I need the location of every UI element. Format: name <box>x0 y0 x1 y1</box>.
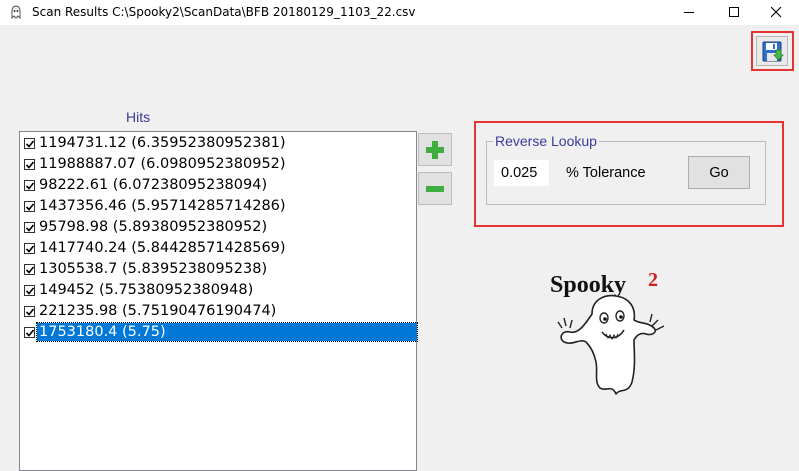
checkmark-icon <box>26 161 34 169</box>
spooky2-logo: Spooky 2 <box>550 269 665 395</box>
checkmark-icon <box>26 266 34 274</box>
hit-checkbox[interactable] <box>24 201 35 212</box>
hit-row[interactable]: 1753180.4 (5.75) <box>21 322 418 342</box>
hit-text: 11988887.07 (6.0980952380952) <box>39 156 286 172</box>
hit-text: 1417740.24 (5.84428571428569) <box>39 240 286 256</box>
hit-text: 98222.61 (6.07238095238094) <box>39 177 268 193</box>
hit-row[interactable]: 1194731.12 (6.35952380952381) <box>21 133 417 153</box>
hit-text: 1194731.12 (6.35952380952381) <box>39 135 286 151</box>
hit-row[interactable]: 221235.98 (5.75190476190474) <box>21 301 417 321</box>
checkmark-icon <box>26 203 34 211</box>
hit-checkbox[interactable] <box>24 243 35 254</box>
hit-text: 95798.98 (5.89380952380952) <box>39 219 268 235</box>
hit-row[interactable]: 95798.98 (5.89380952380952) <box>21 217 417 237</box>
hit-text: 149452 (5.75380952380948) <box>39 282 254 298</box>
hit-text: 1437356.46 (5.95714285714286) <box>39 198 286 214</box>
add-hit-button[interactable] <box>418 133 452 166</box>
remove-hit-button[interactable] <box>418 172 452 205</box>
hit-checkbox[interactable] <box>24 285 35 296</box>
checkmark-icon <box>26 287 34 295</box>
logo-superscript: 2 <box>648 269 658 291</box>
checkmark-icon <box>26 224 34 232</box>
hit-checkbox[interactable] <box>24 159 35 170</box>
hit-checkbox[interactable] <box>24 180 35 191</box>
maximize-icon <box>729 7 739 17</box>
hits-label: Hits <box>126 109 151 125</box>
hit-text: 1753180.4 (5.75) <box>36 322 418 342</box>
tolerance-label: % Tolerance <box>566 165 646 181</box>
checkmark-icon <box>26 308 34 316</box>
hit-row[interactable]: 1417740.24 (5.84428571428569) <box>21 238 417 258</box>
checkmark-icon <box>26 182 34 190</box>
checkmark-icon <box>26 245 34 253</box>
tolerance-input[interactable] <box>494 160 549 186</box>
close-button[interactable] <box>754 0 799 25</box>
hit-checkbox[interactable] <box>24 264 35 275</box>
minimize-button[interactable] <box>667 0 712 25</box>
hit-row[interactable]: 98222.61 (6.07238095238094) <box>21 175 417 195</box>
window-title: Scan Results C:\Spooky2\ScanData\BFB 201… <box>32 5 416 19</box>
hit-checkbox[interactable] <box>24 138 35 149</box>
hit-row[interactable]: 1305538.7 (5.8395238095238) <box>21 259 417 279</box>
save-button[interactable] <box>756 36 788 66</box>
hit-checkbox[interactable] <box>24 222 35 233</box>
checkmark-icon <box>26 329 34 337</box>
reverse-lookup-title: Reverse Lookup <box>493 133 599 149</box>
hit-row[interactable]: 1437356.46 (5.95714285714286) <box>21 196 417 216</box>
close-icon <box>771 7 782 18</box>
floppy-save-icon <box>762 41 784 62</box>
minus-icon <box>426 186 444 192</box>
logo-text: Spooky <box>550 272 626 298</box>
hit-row[interactable]: 11988887.07 (6.0980952380952) <box>21 154 417 174</box>
checkmark-icon <box>26 140 34 148</box>
hit-row[interactable]: 149452 (5.75380952380948) <box>21 280 417 300</box>
plus-icon <box>426 141 444 159</box>
hit-checkbox[interactable] <box>24 306 35 317</box>
app-icon <box>11 5 21 20</box>
ghost-mascot-logo <box>560 294 657 395</box>
minimize-icon <box>684 12 694 13</box>
go-button[interactable]: Go <box>688 156 750 189</box>
hits-listbox[interactable]: 1194731.12 (6.35952380952381) 11988887.07… <box>19 131 418 471</box>
hit-checkbox[interactable] <box>24 327 35 338</box>
hit-text: 221235.98 (5.75190476190474) <box>39 303 277 319</box>
title-bar: Scan Results C:\Spooky2\ScanData\BFB 201… <box>0 0 799 25</box>
maximize-button[interactable] <box>712 0 757 25</box>
hit-text: 1305538.7 (5.8395238095238) <box>39 261 268 277</box>
